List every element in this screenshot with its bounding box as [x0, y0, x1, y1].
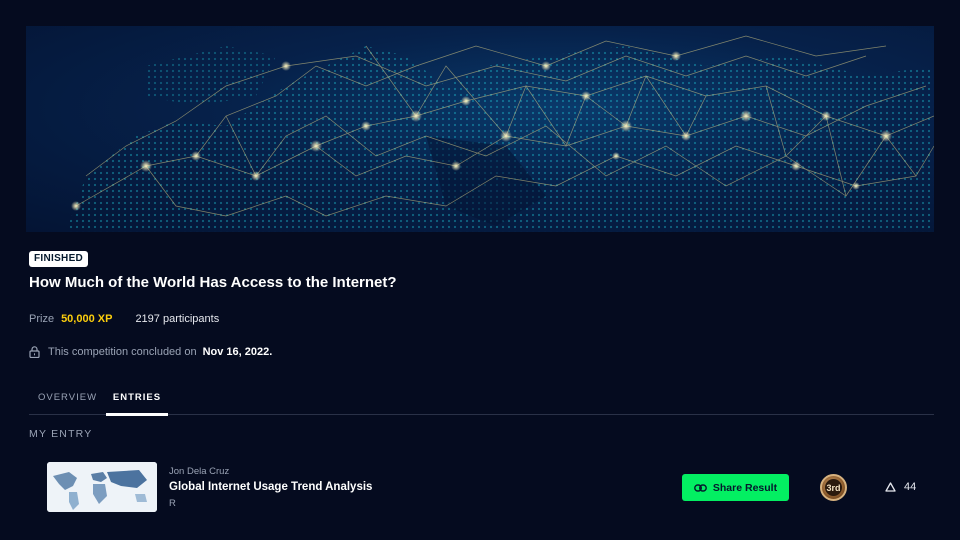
link-icon — [693, 483, 707, 492]
participants-count: 2197 participants — [135, 313, 220, 325]
concluded-date: Nov 16, 2022. — [202, 346, 273, 358]
concluded-notice: This competition concluded on Nov 16, 20… — [29, 346, 272, 358]
entry-language: R — [169, 498, 176, 509]
share-result-button[interactable]: Share Result — [682, 474, 789, 501]
share-result-label: Share Result — [712, 481, 778, 494]
competition-meta: Prize 50,000 XP 2197 participants — [29, 313, 219, 325]
competition-page: FINISHED How Much of the World Has Acces… — [0, 0, 960, 540]
prize-label: Prize — [29, 313, 55, 325]
entry-thumbnail[interactable] — [47, 462, 157, 512]
tab-overview[interactable]: OVERVIEW — [38, 392, 97, 415]
rank-label: 3rd — [825, 479, 842, 496]
entry-author: Jon Dela Cruz — [169, 466, 230, 477]
prize-value: 50,000 XP — [61, 313, 113, 325]
tab-entries[interactable]: ENTRIES — [106, 392, 168, 416]
entry-title[interactable]: Global Internet Usage Trend Analysis — [169, 481, 372, 493]
concluded-text: This competition concluded on — [48, 346, 197, 358]
my-entry-heading: MY ENTRY — [29, 428, 93, 440]
competition-banner-image — [26, 26, 934, 232]
upvote-count: 44 — [904, 481, 917, 493]
upvote-button[interactable]: 44 — [885, 481, 916, 493]
triangle-up-icon — [885, 482, 896, 492]
competition-title: How Much of the World Has Access to the … — [29, 274, 397, 291]
lock-icon — [29, 346, 40, 358]
medal-icon: 3rd — [820, 474, 847, 501]
status-badge: FINISHED — [29, 251, 89, 267]
competition-tabs: OVERVIEW ENTRIES — [29, 386, 934, 416]
